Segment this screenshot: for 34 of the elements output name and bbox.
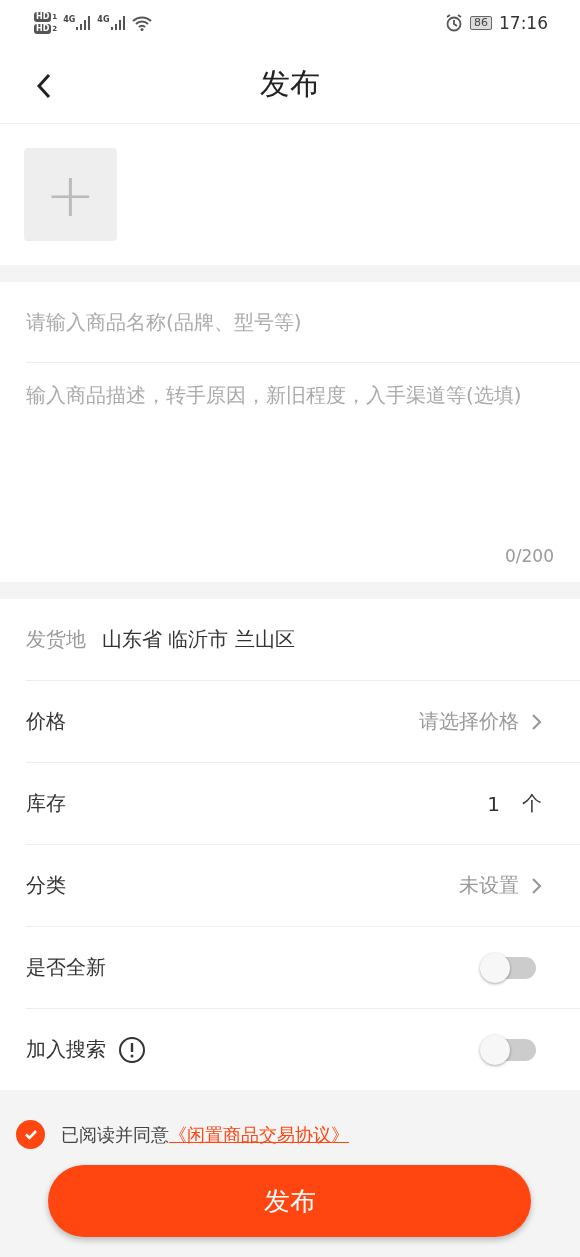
sim-label: HD: [34, 11, 52, 22]
check-icon: [23, 1129, 38, 1140]
stock-value[interactable]: 1: [487, 791, 500, 816]
field-label: 加入搜索: [26, 1036, 106, 1063]
field-label: 发货地: [26, 626, 86, 653]
wifi-icon: [131, 14, 152, 31]
publish-button[interactable]: 发布: [48, 1165, 531, 1237]
location-value[interactable]: 山东省 临沂市 兰山区: [102, 626, 295, 653]
battery-indicator: 86: [470, 15, 492, 30]
field-label: 是否全新: [26, 954, 106, 981]
chevron-right-icon: [531, 876, 542, 895]
field-label: 价格: [26, 708, 66, 735]
character-counter: 0/200: [505, 546, 554, 566]
back-icon[interactable]: [36, 73, 52, 99]
info-icon[interactable]: [118, 1035, 146, 1064]
signal-icon: [75, 14, 92, 31]
chevron-right-icon: [531, 712, 542, 731]
agreement-link[interactable]: 《闲置商品交易协议》: [169, 1123, 349, 1145]
page-title: 发布: [260, 64, 320, 103]
agreement-checkbox[interactable]: [16, 1120, 45, 1149]
alarm-icon: [445, 13, 463, 32]
clock-time: 17:16: [499, 12, 548, 33]
network-type: 4G: [97, 14, 110, 24]
sim-label: HD: [34, 23, 52, 34]
product-name-field[interactable]: 请输入商品名称(品牌、型号等): [0, 282, 580, 363]
select-placeholder[interactable]: 未设置: [459, 872, 519, 899]
signal-icon: [109, 14, 126, 31]
field-label: 分类: [26, 872, 66, 899]
field-label: 库存: [26, 790, 66, 817]
add-photo-button[interactable]: +: [24, 148, 117, 241]
network-type: 4G: [63, 14, 76, 24]
select-placeholder[interactable]: 请选择价格: [419, 708, 519, 735]
agreement-text: 已阅读并同意《闲置商品交易协议》: [61, 1122, 349, 1147]
unit-label: 个: [522, 790, 542, 817]
